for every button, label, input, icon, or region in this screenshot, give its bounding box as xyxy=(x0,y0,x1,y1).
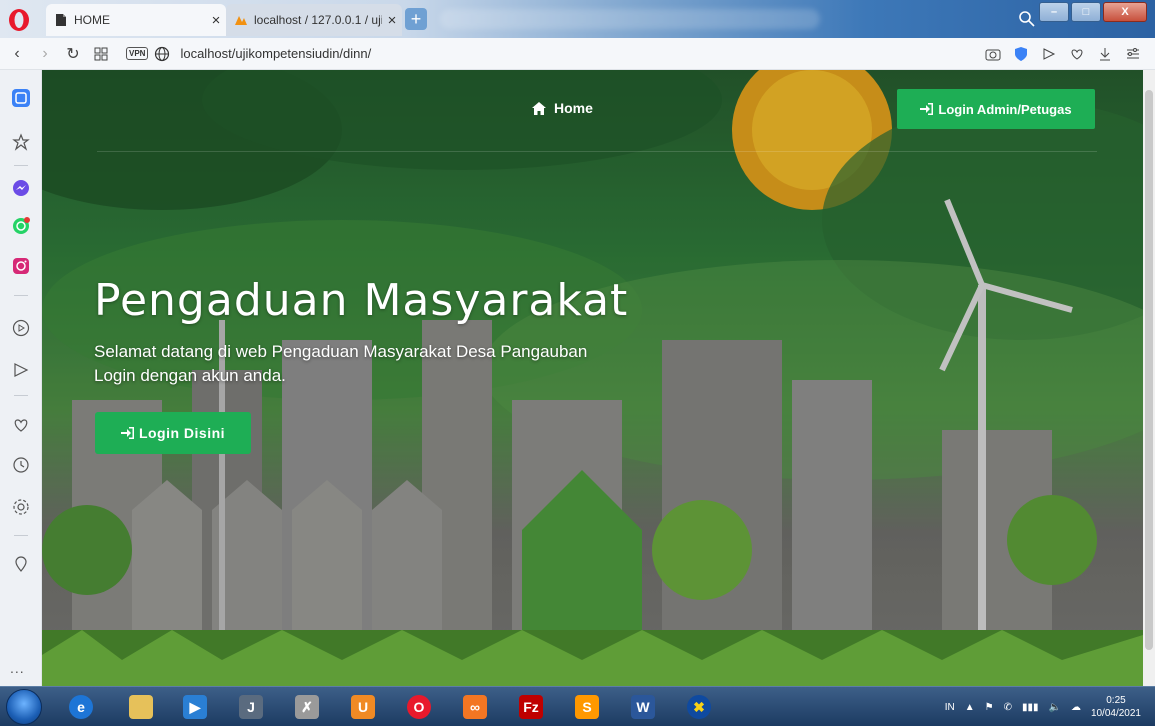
tab-home[interactable]: HOME × xyxy=(46,4,226,36)
page-title: Pengaduan Masyarakat xyxy=(94,275,629,326)
signal-icon[interactable]: ▮▮▮ xyxy=(1022,702,1039,713)
page-subtitle: Selamat datang di web Pengaduan Masyarak… xyxy=(94,340,774,388)
window-controls: – □ X xyxy=(1037,2,1147,22)
start-button[interactable] xyxy=(6,689,42,725)
sidebar-divider xyxy=(14,295,28,296)
java-icon[interactable]: J xyxy=(232,691,270,723)
sign-in-icon xyxy=(120,427,134,439)
settings-icon[interactable] xyxy=(9,495,33,519)
nav-home-link[interactable]: Home xyxy=(532,100,593,116)
tab-grid-icon[interactable] xyxy=(90,43,112,65)
nav-divider xyxy=(97,151,1097,152)
page-content: Home Login Admin/Petugas Pengaduan Masya… xyxy=(42,70,1155,686)
show-hidden-icons-icon[interactable]: ▲ xyxy=(965,702,975,713)
phpmyadmin-icon xyxy=(235,16,247,25)
app-x-icon[interactable]: ✖ xyxy=(680,691,718,723)
search-tabs-icon[interactable] xyxy=(1017,9,1037,29)
blurred-tab xyxy=(440,9,820,29)
word-icon[interactable]: W xyxy=(624,691,662,723)
login-admin-button[interactable]: Login Admin/Petugas xyxy=(897,89,1095,129)
media-player-icon[interactable]: ▶ xyxy=(176,691,214,723)
subtitle-line-2: Login dengan akun anda. xyxy=(94,366,286,385)
clock[interactable]: 0:25 10/04/2021 xyxy=(1091,694,1141,720)
file-explorer-icon[interactable] xyxy=(122,691,160,723)
opera-icon[interactable]: O xyxy=(400,691,438,723)
clock-date: 10/04/2021 xyxy=(1090,708,1141,719)
scrollbar-thumb[interactable] xyxy=(1145,90,1153,650)
tab-title: HOME xyxy=(74,13,110,27)
address-bar-actions xyxy=(977,38,1145,70)
more-icon[interactable]: ... xyxy=(10,660,25,676)
bookmarks-icon[interactable] xyxy=(9,130,33,154)
document-icon xyxy=(56,14,66,26)
pin-icon[interactable] xyxy=(9,552,33,576)
tab-close-icon[interactable]: × xyxy=(206,12,226,29)
back-icon[interactable]: ‹ xyxy=(6,43,28,65)
tab-close-icon[interactable]: × xyxy=(382,12,402,29)
xampp-icon[interactable]: ∞ xyxy=(456,691,494,723)
vpn-badge[interactable]: VPN xyxy=(126,47,149,60)
sign-in-icon xyxy=(920,103,934,115)
volume-icon[interactable]: 🔈 xyxy=(1048,702,1060,713)
uc-browser-icon[interactable]: U xyxy=(344,691,382,723)
easy-setup-icon[interactable] xyxy=(1121,42,1145,66)
login-here-label: Login Disini xyxy=(138,425,226,441)
close-window-icon[interactable]: X xyxy=(1103,2,1147,22)
page-scrollbar[interactable] xyxy=(1143,70,1155,686)
tool-icon[interactable]: ✗ xyxy=(288,691,326,723)
forward-icon[interactable]: › xyxy=(34,43,56,65)
filezilla-icon[interactable]: Fz xyxy=(512,691,550,723)
home-icon[interactable] xyxy=(9,86,33,110)
url-input[interactable]: localhost/ujikompetensiudin/dinn/ xyxy=(180,46,371,61)
cloud-icon[interactable]: ☁ xyxy=(1071,702,1081,713)
send-icon[interactable] xyxy=(9,358,33,382)
sidebar-divider xyxy=(14,535,28,536)
messenger-icon[interactable] xyxy=(9,176,33,200)
opera-sidebar: ... xyxy=(0,70,42,686)
sidebar-divider xyxy=(14,165,28,166)
subtitle-line-1: Selamat datang di web Pengaduan Masyarak… xyxy=(94,342,588,361)
nav-home-label: Home xyxy=(554,100,593,116)
tab-phpmyadmin[interactable]: localhost / 127.0.0.1 / ujian × xyxy=(226,4,402,36)
globe-icon xyxy=(155,46,170,61)
heart-icon[interactable] xyxy=(1065,42,1089,66)
address-bar: ‹ › ↻ VPN localhost/ujikompetensiudin/di… xyxy=(0,38,1155,70)
reload-icon[interactable]: ↻ xyxy=(62,43,84,65)
language-indicator[interactable]: IN xyxy=(945,702,955,713)
network-flag-icon[interactable]: ⚑ xyxy=(985,702,994,713)
tab-title: localhost / 127.0.0.1 / ujian xyxy=(254,13,382,27)
whatsapp-icon[interactable] xyxy=(9,214,33,238)
clock-time: 0:25 xyxy=(1106,695,1126,706)
screen: HOME × localhost / 127.0.0.1 / ujian × +… xyxy=(0,0,1155,726)
windows-taskbar: e ▶ J ✗ U O ∞ Fz S W ✖ IN ▲ ⚑ ✆ ▮▮▮ 🔈 ☁ … xyxy=(0,686,1155,726)
heart-icon[interactable] xyxy=(9,413,33,437)
instagram-icon[interactable] xyxy=(9,254,33,278)
maximize-icon[interactable]: □ xyxy=(1071,2,1101,22)
login-here-button[interactable]: Login Disini xyxy=(95,412,251,454)
system-tray: IN ▲ ⚑ ✆ ▮▮▮ 🔈 ☁ 0:25 10/04/2021 xyxy=(945,687,1155,726)
history-icon[interactable] xyxy=(9,453,33,477)
opera-logo-icon[interactable] xyxy=(7,8,31,32)
login-admin-label: Login Admin/Petugas xyxy=(938,101,1072,117)
house-icon xyxy=(532,101,546,115)
browser-tab-strip: HOME × localhost / 127.0.0.1 / ujian × +… xyxy=(0,0,1155,38)
send-icon[interactable] xyxy=(1037,42,1061,66)
sidebar-divider xyxy=(14,395,28,396)
phone-icon[interactable]: ✆ xyxy=(1004,702,1012,713)
minimize-icon[interactable]: – xyxy=(1039,2,1069,22)
camera-icon[interactable] xyxy=(981,42,1005,66)
shield-icon[interactable] xyxy=(1009,42,1033,66)
download-icon[interactable] xyxy=(1093,42,1117,66)
sublime-icon[interactable]: S xyxy=(568,691,606,723)
new-tab-button[interactable]: + xyxy=(405,8,427,30)
player-icon[interactable] xyxy=(9,316,33,340)
internet-explorer-icon[interactable]: e xyxy=(62,691,100,723)
